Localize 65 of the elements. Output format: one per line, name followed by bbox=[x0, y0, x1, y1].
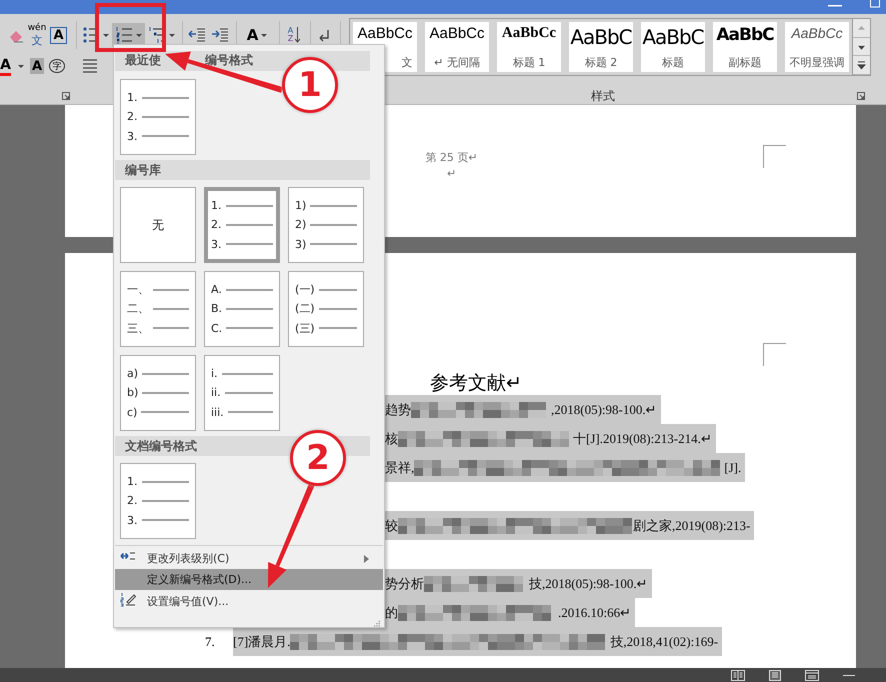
resize-grip-icon[interactable] bbox=[373, 620, 381, 627]
page-footer: 第 25 页↵ bbox=[425, 150, 478, 165]
print-layout-icon[interactable] bbox=[769, 670, 781, 680]
style-gallery-item[interactable]: AaBbCc 不明显强调 bbox=[785, 22, 849, 72]
numbering-format-option[interactable]: 1. 2. 3. bbox=[120, 79, 196, 155]
reference-entry: 较 剧之家,2019(08):213- bbox=[383, 511, 754, 540]
reference-entry: 势分析 技,2018(05):98-100.↵ bbox=[383, 569, 652, 598]
maximize-icon[interactable] bbox=[870, 0, 880, 8]
more-styles-icon[interactable] bbox=[853, 56, 870, 76]
section-header: 编号格式 bbox=[205, 52, 253, 69]
numbering-format-option[interactable]: i. ii. iii. bbox=[204, 355, 280, 431]
numbering-format-option[interactable]: (一) (二) (三) bbox=[288, 271, 364, 347]
reference-entry: 景祥, [J]. bbox=[383, 453, 746, 482]
scroll-down-icon[interactable] bbox=[853, 38, 870, 56]
group-label: 样式 bbox=[591, 88, 615, 104]
caret-icon[interactable] bbox=[18, 64, 24, 68]
caret-icon[interactable] bbox=[136, 34, 142, 36]
section-header: 最近使 bbox=[125, 52, 161, 69]
character-shading-button[interactable]: A bbox=[30, 58, 44, 74]
menu-item[interactable]: 设置编号值(V)... bbox=[115, 590, 383, 612]
character-border-button[interactable]: A bbox=[50, 26, 67, 44]
align-left-icon bbox=[82, 57, 98, 75]
numbered-list-icon bbox=[115, 25, 132, 45]
highlight-frame bbox=[95, 3, 166, 52]
numbering-format-option[interactable]: 1. 2. 3. bbox=[120, 463, 196, 539]
reference-entry: 趋势 ,2018(05):98-100.↵ bbox=[383, 395, 661, 424]
enclose-characters-button[interactable]: 字 bbox=[49, 59, 65, 73]
numbering-format-option[interactable]: 无 bbox=[120, 187, 196, 263]
style-gallery-item[interactable]: AaBbCc 标题 1 bbox=[497, 22, 561, 72]
caret-icon[interactable] bbox=[168, 34, 174, 36]
section-heading: 参考文献↵ bbox=[430, 371, 523, 395]
numbered-pencil-icon bbox=[120, 592, 137, 608]
paragraph-mark: ↵ bbox=[447, 167, 456, 180]
style-gallery-item[interactable]: AaBbC 标题 bbox=[641, 22, 705, 72]
read-mode-icon[interactable] bbox=[731, 670, 745, 680]
web-layout-icon[interactable] bbox=[805, 670, 819, 680]
caret-icon[interactable] bbox=[261, 34, 268, 36]
multilevel-list-icon bbox=[148, 25, 164, 45]
reference-entry: [7]潘晨月. 技,2018,41(02):169- bbox=[233, 627, 722, 656]
phonetic-guide-button[interactable]: wén 文 bbox=[27, 23, 47, 47]
submenu-arrow-icon bbox=[364, 554, 369, 563]
margin-corner-mark bbox=[763, 145, 786, 168]
style-gallery-item[interactable]: AaBbCc ↵ 无间隔 bbox=[425, 22, 489, 72]
style-gallery-item[interactable]: AaBbC 副标题 bbox=[713, 22, 777, 72]
down-arrow-icon bbox=[295, 27, 300, 43]
dialog-launcher-icon[interactable] bbox=[857, 92, 865, 100]
asian-layout-button[interactable]: A bbox=[243, 23, 271, 47]
numbering-format-option[interactable]: 一、 二、 三、 bbox=[120, 271, 196, 347]
zoom-out-icon[interactable] bbox=[843, 674, 855, 676]
reference-entry: 的 .2016.10:66↵ bbox=[383, 598, 636, 627]
section-header: 编号库 bbox=[115, 160, 370, 180]
numbering-format-option[interactable]: 1) 2) 3) bbox=[288, 187, 364, 263]
list-number: 7. bbox=[205, 634, 216, 650]
font-color-button[interactable]: A bbox=[0, 56, 11, 76]
menu-item[interactable]: 更改列表级别(C) bbox=[115, 548, 383, 570]
margin-corner-mark bbox=[763, 343, 786, 366]
numbering-format-option[interactable]: a) b) c) bbox=[120, 355, 196, 431]
numbering-format-option[interactable]: A. B. C. bbox=[204, 271, 280, 347]
style-gallery-item[interactable]: AaBbC 标题 2 bbox=[569, 22, 633, 72]
menu-item[interactable]: 定义新编号格式(D)... bbox=[115, 569, 383, 590]
caret-icon[interactable] bbox=[102, 34, 108, 36]
reference-entry: 核 十[J].2019(08):213-214.↵ bbox=[383, 424, 716, 453]
sort-button[interactable]: A Z bbox=[286, 23, 302, 47]
dialog-launcher-icon[interactable] bbox=[62, 92, 70, 100]
numbering-format-option[interactable]: 1. 2. 3. bbox=[204, 187, 280, 263]
